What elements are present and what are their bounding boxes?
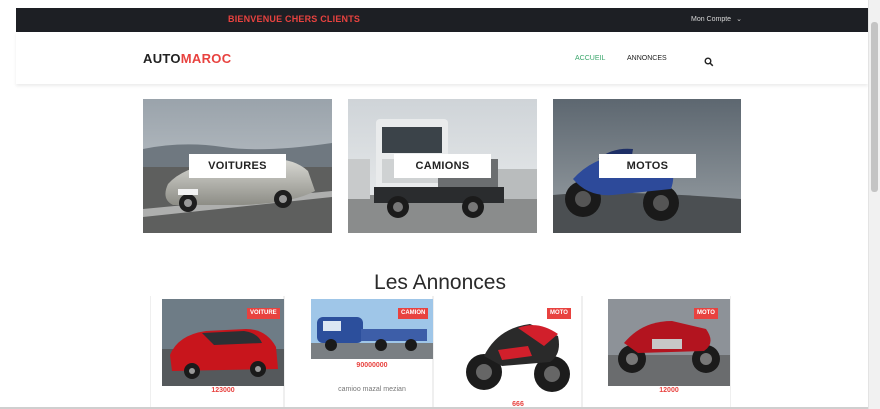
listing-price: 123000 — [211, 387, 235, 394]
logo-part-maroc: MAROC — [180, 51, 232, 66]
listing-card[interactable]: MOTO 12000 — [582, 296, 731, 409]
listing-description: camioo mazal mezian — [338, 386, 406, 393]
category-label: MOTOS — [599, 154, 696, 178]
page: BIENVENUE CHERS CLIENTS Mon Compte ⌄ AUTO… — [0, 0, 880, 409]
nav-link-annonces[interactable]: ANNONCES — [627, 55, 667, 62]
category-badge: CAMION — [398, 308, 429, 319]
category-badge: VOITURE — [247, 308, 280, 319]
category-badge: MOTO — [547, 308, 571, 319]
welcome-message: BIENVENUE CHERS CLIENTS — [228, 14, 361, 24]
listing-card[interactable]: VOITURE 123000 — [150, 296, 284, 409]
scrollbar-thumb[interactable] — [871, 22, 878, 192]
top-bar: BIENVENUE CHERS CLIENTS Mon Compte ⌄ — [16, 8, 868, 32]
listing-card[interactable]: CAMION 90000000 camioo mazal mezian — [284, 296, 433, 409]
chevron-down-icon: ⌄ — [736, 16, 742, 23]
category-motos[interactable]: MOTOS — [553, 99, 741, 233]
nav-link-accueil[interactable]: ACCUEIL — [575, 55, 605, 62]
category-label: CAMIONS — [394, 154, 491, 178]
listing-price: 12000 — [659, 387, 679, 394]
category-camions[interactable]: CAMIONS — [348, 99, 537, 233]
listing-image — [458, 306, 578, 398]
category-voitures[interactable]: VOITURES — [143, 99, 332, 233]
account-label: Mon Compte — [691, 16, 732, 23]
category-badge: MOTO — [694, 308, 718, 319]
category-label: VOITURES — [189, 154, 286, 178]
listing-price: 90000000 — [356, 362, 388, 369]
listing-card[interactable]: MOTO 666 — [433, 296, 582, 409]
logo-part-auto: AUTO — [143, 51, 181, 66]
navbar: AUTOMAROC ACCUEIL ANNONCES — [16, 32, 868, 84]
search-icon[interactable] — [704, 57, 714, 67]
section-title: Les Annonces — [374, 271, 506, 294]
account-menu[interactable]: Mon Compte ⌄ — [691, 15, 742, 23]
page-scrollbar[interactable] — [868, 0, 880, 409]
site-logo[interactable]: AUTOMAROC — [143, 51, 231, 66]
